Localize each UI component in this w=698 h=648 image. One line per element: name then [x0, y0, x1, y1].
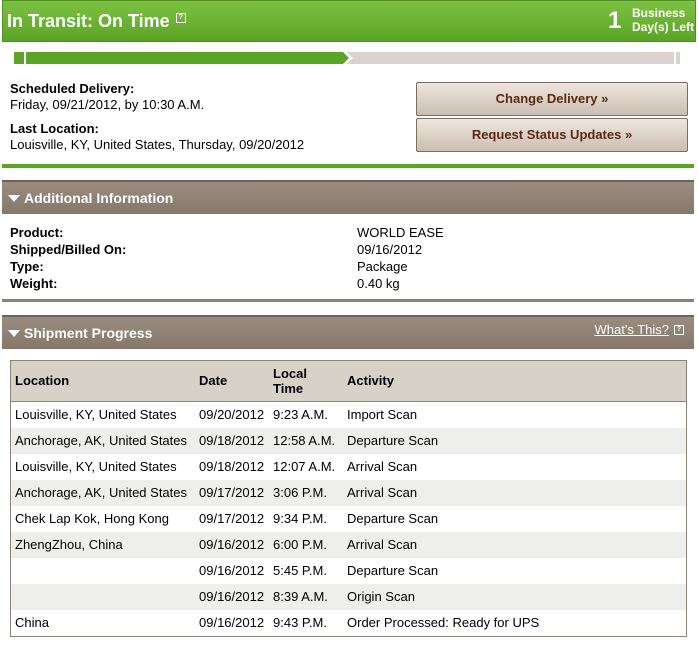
cell-location [11, 584, 195, 610]
progress-bar [14, 49, 680, 67]
additional-info-bottom-rule [2, 299, 694, 302]
cell-date: 09/16/2012 [199, 615, 265, 630]
status-title-text: In Transit: On Time [7, 11, 170, 31]
days-left-label-line1: Business [632, 6, 686, 20]
table-row: Chek Lap Kok, Hong Kong 09/17/2012 9:34 P.… [11, 506, 686, 532]
last-location-label: Last Location: [10, 121, 99, 136]
collapse-triangle-icon[interactable] [8, 195, 20, 202]
shipped-billed-label: Shipped/Billed On: [10, 242, 127, 257]
shipment-progress-header[interactable]: Shipment Progress What's This?? [2, 315, 694, 349]
cell-location: Anchorage, AK, United States [15, 433, 187, 448]
column-header-local-time: Local Time [269, 361, 343, 402]
cell-date: 09/17/2012 [199, 485, 265, 500]
cell-location: ZhengZhou, China [15, 537, 123, 552]
status-header: In Transit: On Time? 1 Business Day(s) L… [2, 0, 696, 42]
cell-activity: Arrival Scan [347, 485, 418, 500]
cell-activity: Departure Scan [347, 511, 439, 526]
local-time-line2: Time [273, 380, 304, 396]
days-left-label: Business Day(s) Left [632, 6, 694, 34]
cell-time: 8:39 A.M. [273, 589, 328, 604]
status-title: In Transit: On Time? [7, 11, 186, 32]
cell-time: 12:58 A.M. [273, 433, 336, 448]
product-value: WORLD EASE [357, 225, 444, 240]
cell-date: 09/18/2012 [199, 459, 265, 474]
change-delivery-button[interactable]: Change Delivery » [416, 82, 688, 116]
shipment-progress-table: Location Date Local Time Activity Louisvi… [10, 360, 687, 637]
whats-this-link[interactable]: What's This?? [595, 322, 684, 337]
cell-location: China [15, 615, 49, 630]
weight-value: 0.40 kg [357, 276, 400, 291]
cell-activity: Departure Scan [347, 433, 439, 448]
table-row: Louisville, KY, United States 09/20/2012 9… [11, 401, 686, 428]
shipped-billed-value: 09/16/2012 [357, 242, 423, 257]
cell-date: 09/18/2012 [199, 433, 265, 448]
table-row: China 09/16/2012 9:43 P.M. Order Processed:… [11, 610, 686, 636]
scheduled-delivery-value: Friday, 09/21/2012, by 10:30 A.M. [10, 97, 205, 112]
delivery-summary: Scheduled Delivery: Friday, 09/21/2012, … [2, 68, 694, 164]
cell-activity: Import Scan [347, 407, 418, 422]
help-icon[interactable]: ? [175, 13, 186, 23]
request-status-updates-button[interactable]: Request Status Updates » [416, 118, 688, 152]
cell-date: 09/20/2012 [199, 407, 265, 422]
days-left-label-line2: Day(s) Left [632, 20, 695, 34]
cell-time: 9:43 P.M. [273, 615, 327, 630]
cell-location [11, 558, 195, 584]
cell-location: Chek Lap Kok, Hong Kong [15, 511, 169, 526]
table-row: 09/16/2012 8:39 A.M. Origin Scan [11, 583, 686, 610]
local-time-line1: Local [273, 365, 307, 381]
cell-activity: Order Processed: Ready for UPS [347, 615, 540, 630]
column-header-location: Location [11, 361, 195, 402]
additional-info-header[interactable]: Additional Information [2, 180, 694, 214]
progress-end-marker [674, 52, 676, 64]
cell-time: 9:23 A.M. [273, 407, 328, 422]
cell-time: 5:45 P.M. [273, 563, 327, 578]
progress-bar-fill [14, 52, 343, 64]
type-value: Package [357, 259, 408, 274]
table-row: Anchorage, AK, United States 09/17/2012 3:… [11, 479, 686, 506]
cell-date: 09/16/2012 [199, 589, 265, 604]
product-label: Product: [10, 225, 64, 240]
cell-activity: Departure Scan [347, 563, 439, 578]
weight-label: Weight: [10, 276, 58, 291]
cell-date: 09/16/2012 [199, 563, 265, 578]
shipment-progress-rows: Louisville, KY, United States 09/20/2012 9… [11, 401, 686, 636]
cell-location: Louisville, KY, United States [15, 407, 177, 422]
days-left-count: 1 [608, 7, 622, 34]
table-header-row: Location Date Local Time Activity [11, 361, 686, 402]
cell-activity: Arrival Scan [347, 459, 418, 474]
table-row: ZhengZhou, China 09/16/2012 6:00 P.M. Arriv… [11, 531, 686, 558]
column-header-date: Date [195, 361, 269, 402]
cell-location: Anchorage, AK, United States [15, 485, 187, 500]
type-label: Type: [10, 259, 44, 274]
progress-arrow-head [343, 52, 349, 64]
table-row: Louisville, KY, United States 09/18/2012 1… [11, 454, 686, 480]
collapse-triangle-icon[interactable] [8, 330, 20, 337]
cell-time: 9:34 P.M. [273, 511, 327, 526]
green-divider [2, 164, 694, 168]
last-location-value: Louisville, KY, United States, Thursday,… [10, 137, 305, 152]
scheduled-delivery-label: Scheduled Delivery: [10, 81, 135, 96]
cell-time: 12:07 A.M. [273, 459, 336, 474]
column-header-activity: Activity [343, 361, 686, 402]
table-row: Anchorage, AK, United States 09/18/2012 12… [11, 427, 686, 454]
cell-date: 09/16/2012 [199, 537, 265, 552]
help-icon[interactable]: ? [674, 325, 684, 335]
cell-time: 6:00 P.M. [273, 537, 327, 552]
cell-date: 09/17/2012 [199, 511, 265, 526]
cell-activity: Origin Scan [347, 589, 415, 604]
table-row: 09/16/2012 5:45 P.M. Departure Scan [11, 558, 686, 584]
cell-location: Louisville, KY, United States [15, 459, 177, 474]
additional-info-title: Additional Information [24, 190, 174, 206]
cell-time: 3:06 P.M. [273, 485, 327, 500]
whats-this-text[interactable]: What's This? [595, 322, 670, 337]
shipment-progress-title: Shipment Progress [24, 325, 153, 341]
cell-activity: Arrival Scan [347, 537, 418, 552]
